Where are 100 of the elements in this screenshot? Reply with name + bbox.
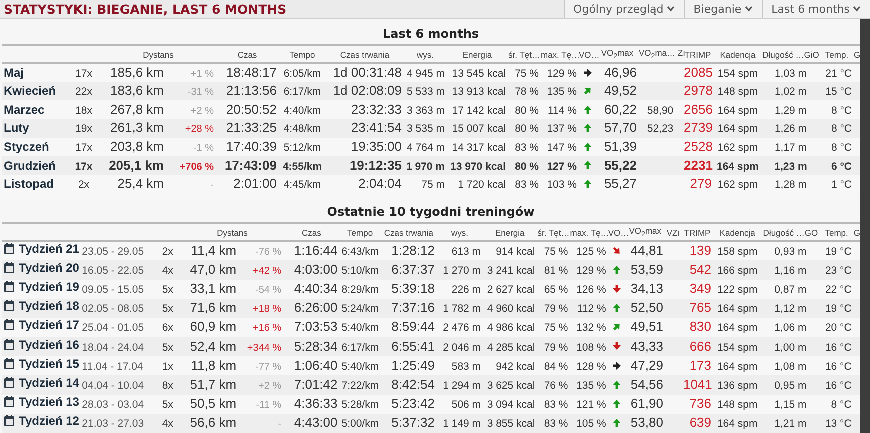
- table-cell: 261,3 km: [110, 120, 164, 136]
- table-cell: 83 %: [544, 399, 568, 412]
- table-cell: 1 270 m: [443, 264, 482, 277]
- table-cell: 15 °C: [826, 86, 852, 98]
- table-cell: 21:13:56: [226, 83, 277, 98]
- table-cell: 75 %: [544, 246, 568, 258]
- table-cell: 126 %: [576, 284, 606, 296]
- table-cell: 50,5 km: [190, 396, 237, 412]
- table-cell: 4:45/km: [284, 179, 322, 192]
- table-cell: 6:17/km: [284, 86, 322, 98]
- column-header: VO$_{2}$ma… Zı: [639, 48, 686, 58]
- change-value: +28 %: [185, 124, 214, 136]
- column-header: śr. Tęt…: [538, 228, 570, 238]
- table-cell: 1,06 m: [774, 322, 807, 334]
- column-header: VO$_{2}$max: [629, 226, 662, 236]
- table-cell: 166 spm: [717, 264, 758, 277]
- table-cell: 6:55:41: [392, 338, 435, 354]
- table-cell: 80 %: [515, 104, 539, 117]
- table-cell: 16.05 - 22.05: [82, 264, 144, 277]
- table-cell: 4 285 kcal: [487, 342, 536, 354]
- column-header: TRIMP: [684, 228, 711, 238]
- table-cell: 148 spm: [718, 86, 758, 98]
- table-cell: 19:35:00: [351, 138, 402, 154]
- table-cell: 60,22: [604, 102, 637, 117]
- table-cell: 14 317 kcal: [452, 142, 506, 154]
- table-cell: 13 545 kcal: [452, 68, 506, 80]
- table-cell: 4 960 kcal: [487, 303, 536, 316]
- column-header: wys.: [417, 50, 434, 60]
- table-cell: 17x: [76, 68, 92, 80]
- table-cell: 5:40/km: [342, 322, 380, 334]
- dropdown-button[interactable]: Bieganie: [684, 0, 762, 18]
- table-cell: 34,13: [630, 281, 664, 296]
- column-header: Kadencja: [720, 50, 756, 60]
- table-cell: 125 %: [576, 246, 606, 258]
- table-cell: 22 °C: [825, 284, 852, 296]
- column-header: Temp.: [825, 228, 848, 238]
- dropdown-button[interactable]: Ogólny przegląd: [564, 0, 684, 18]
- column-header: Czas trwania: [340, 50, 390, 60]
- table-cell: 1,12 m: [774, 303, 807, 316]
- table-cell: 914 kcal: [496, 246, 536, 258]
- table-cell: 8:42:54: [392, 377, 435, 392]
- table-cell: 80 %: [515, 160, 539, 173]
- table-cell: 5:12/km: [284, 142, 322, 154]
- table-cell: 2231: [684, 158, 713, 173]
- table-cell: 43,33: [630, 338, 664, 354]
- table-cell: 1:16:44: [294, 243, 338, 258]
- table-cell: 53,59: [630, 262, 664, 277]
- table-cell: 1,03 m: [774, 68, 808, 80]
- table-cell: 49,52: [604, 83, 637, 98]
- change-value: +18 %: [252, 304, 282, 316]
- table-cell: 185,6 km: [110, 64, 164, 80]
- table-cell: 226 m: [452, 284, 482, 296]
- table-cell: 112 %: [577, 303, 606, 316]
- column-header: max. Tę…: [570, 228, 610, 238]
- column-header: Czas trwania: [384, 228, 434, 238]
- column-header: Tempo: [348, 228, 374, 238]
- table-cell: 65 %: [544, 284, 568, 296]
- dropdown-button[interactable]: Last 6 months: [762, 0, 870, 18]
- table-cell: 8 °C: [831, 399, 852, 412]
- column-header: TRIMP: [684, 50, 712, 60]
- change-value: -: [278, 419, 282, 430]
- change-value: -77 %: [256, 362, 282, 373]
- table-cell: 80 %: [515, 123, 539, 136]
- table-cell: 47,0 km: [190, 262, 237, 277]
- table-cell: 19x: [76, 123, 92, 136]
- table-cell: 1,29 m: [774, 104, 808, 117]
- table-cell: 154 spm: [717, 342, 758, 354]
- table-cell: 164 spm: [716, 160, 760, 173]
- table-cell: 83 %: [515, 179, 539, 192]
- table-cell: 5:37:32: [392, 415, 435, 430]
- table-cell: 1,26 m: [774, 123, 808, 136]
- change-value: -1 %: [193, 142, 214, 154]
- table-cell: 6:26:00: [294, 300, 338, 316]
- table-cell: 4 945 m: [407, 68, 445, 80]
- table-cell: 6:43/km: [342, 246, 380, 258]
- week-name: Tydzień 13: [19, 395, 80, 410]
- column-header: Dystans: [217, 228, 248, 238]
- section-title: Ostatnie 10 tygodni treningów: [326, 204, 536, 222]
- table-cell: 11,8 km: [191, 358, 237, 373]
- table-cell: 23 °C: [825, 264, 852, 277]
- table-cell: 139: [690, 243, 712, 258]
- table-cell: 20:50:52: [226, 102, 277, 117]
- table-cell: 3 625 kcal: [487, 380, 536, 392]
- table-cell: 4:43:00: [294, 415, 338, 430]
- table-cell: 5:40/km: [342, 360, 380, 373]
- table-cell: 16 °C: [825, 360, 852, 373]
- table-cell: 5:23:42: [392, 396, 435, 412]
- month-name: Luty: [4, 121, 30, 136]
- table-cell: 5:00/km: [342, 418, 380, 430]
- table-cell: 2 046 m: [443, 342, 482, 354]
- table-cell: 19 °C: [825, 303, 852, 316]
- table-cell: 765: [690, 300, 712, 316]
- section-title: Last 6 months: [382, 26, 480, 44]
- month-name: Maj: [4, 66, 24, 80]
- change-value: -54 %: [256, 285, 282, 296]
- table-cell: 3 094 kcal: [487, 399, 536, 412]
- table-cell: 164 spm: [717, 360, 758, 373]
- table-cell: 47,29: [630, 358, 664, 373]
- table-cell: 25,4 km: [118, 176, 164, 192]
- column-header: max. Tę…: [541, 50, 580, 60]
